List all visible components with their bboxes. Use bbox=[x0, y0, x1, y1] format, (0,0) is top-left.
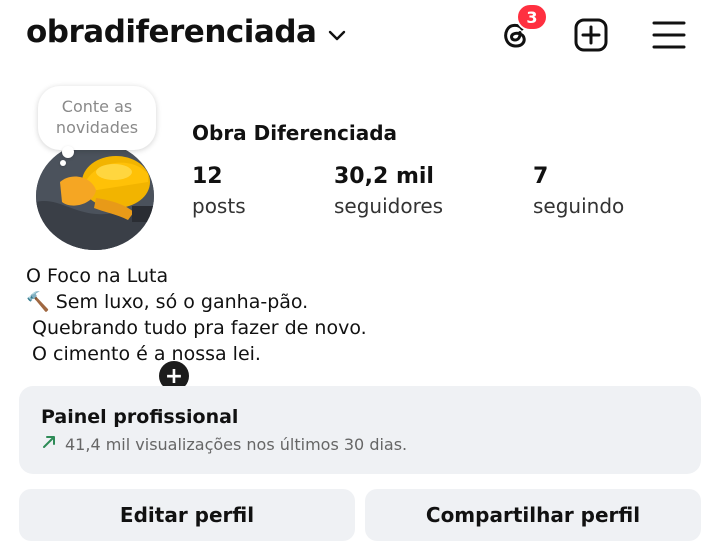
bio-line: 🔨 Sem luxo, só o ganha-pão. bbox=[26, 291, 309, 313]
note-text: Conte as novidades bbox=[55, 97, 139, 137]
trend-up-icon bbox=[41, 434, 57, 455]
edit-profile-button[interactable]: Editar perfil bbox=[19, 489, 355, 541]
stat-following[interactable]: 7 seguindo bbox=[533, 163, 624, 221]
stat-value: 12 bbox=[192, 164, 223, 189]
professional-dashboard[interactable]: Painel profissional 41,4 mil visualizaçõ… bbox=[19, 386, 701, 474]
stat-label: seguindo bbox=[533, 194, 625, 218]
bio-line: O Foco na Luta bbox=[26, 265, 169, 287]
chevron-down-icon bbox=[328, 14, 346, 50]
create-post-icon[interactable] bbox=[572, 16, 610, 54]
bio-line: Quebrando tudo pra fazer de novo. bbox=[26, 317, 367, 339]
note-bubble-tail-small bbox=[60, 160, 66, 166]
dashboard-subtitle: 41,4 mil visualizações nos últimos 30 di… bbox=[65, 435, 408, 454]
profile-avatar-container[interactable]: + bbox=[36, 142, 192, 394]
username: obradiferenciada bbox=[26, 14, 317, 50]
account-switcher[interactable]: obradiferenciada bbox=[26, 14, 346, 50]
stat-value: 7 bbox=[533, 164, 549, 189]
stat-followers[interactable]: 30,2 mil seguidores bbox=[334, 163, 443, 221]
plus-icon: + bbox=[164, 363, 184, 389]
dashboard-title: Painel profissional bbox=[41, 406, 239, 428]
top-bar: obradiferenciada 3 bbox=[0, 0, 720, 70]
avatar[interactable] bbox=[36, 142, 154, 250]
bio-line: O cimento é a nossa lei. bbox=[26, 343, 261, 365]
notification-badge: 3 bbox=[516, 3, 548, 31]
share-profile-button[interactable]: Compartilhar perfil bbox=[365, 489, 701, 541]
stat-value: 30,2 mil bbox=[334, 164, 434, 189]
display-name: Obra Diferenciada bbox=[192, 121, 398, 145]
stat-label: posts bbox=[192, 194, 246, 218]
menu-icon[interactable] bbox=[650, 16, 688, 54]
stat-posts[interactable]: 12 posts bbox=[192, 163, 246, 221]
bio: O Foco na Luta 🔨 Sem luxo, só o ganha-pã… bbox=[26, 263, 367, 367]
stat-label: seguidores bbox=[334, 194, 444, 218]
note-bubble-tail bbox=[62, 146, 74, 158]
dashboard-subtitle-row: 41,4 mil visualizações nos últimos 30 di… bbox=[41, 434, 679, 455]
note-bubble[interactable]: Conte as novidades bbox=[38, 86, 156, 150]
